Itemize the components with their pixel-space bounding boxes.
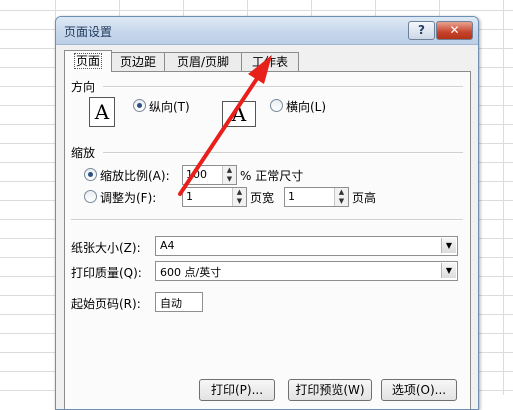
spin-up-icon[interactable]: ▲ <box>223 166 236 175</box>
fit-wide-spinner[interactable]: 1 ▲ ▼ <box>182 187 247 207</box>
adjust-suffix: % 正常尺寸 <box>240 169 304 183</box>
tab-page[interactable]: 页面 <box>64 50 112 72</box>
fit-tall-label: 页高 <box>352 191 377 205</box>
first-page-number-value[interactable]: 自动 <box>160 295 182 311</box>
portrait-radio[interactable] <box>133 99 146 112</box>
page-setup-dialog: 页面设置 ? ✕ 页面 页边距 页眉/页脚 工作表 方向 A 纵向(T) A 横… <box>55 16 479 410</box>
spinner-arrows[interactable]: ▲ ▼ <box>232 188 246 206</box>
help-button[interactable]: ? <box>408 21 435 40</box>
landscape-radio[interactable] <box>270 99 283 112</box>
tab-header-footer[interactable]: 页眉/页脚 <box>164 52 242 71</box>
fit-tall-value[interactable]: 1 <box>288 190 295 203</box>
portrait-label[interactable]: 纵向(T) <box>149 98 190 115</box>
spinner-arrows[interactable]: ▲ ▼ <box>334 188 348 206</box>
tab-margins[interactable]: 页边距 <box>111 52 165 71</box>
dialog-title-bar[interactable]: 页面设置 ? ✕ <box>56 17 478 45</box>
options-button[interactable]: 选项(O)... <box>381 379 457 401</box>
close-button[interactable]: ✕ <box>436 21 473 40</box>
spin-down-icon[interactable]: ▼ <box>233 197 246 206</box>
dialog-title: 页面设置 <box>64 25 113 39</box>
first-page-number-label: 起始页码(R): <box>71 297 141 311</box>
chevron-down-icon[interactable]: ▼ <box>441 263 456 278</box>
fit-tall-spinner[interactable]: 1 ▲ ▼ <box>284 187 349 207</box>
first-page-number-input[interactable]: 自动 <box>155 292 203 312</box>
adjust-percent-value[interactable]: 100 <box>186 168 207 181</box>
fit-to-radio[interactable] <box>84 190 97 203</box>
spin-down-icon[interactable]: ▼ <box>335 197 348 206</box>
adjust-to-radio[interactable] <box>84 168 97 181</box>
fit-wide-label: 页宽 <box>250 191 275 205</box>
print-quality-label: 打印质量(Q): <box>71 266 142 280</box>
portrait-icon: A <box>89 97 115 127</box>
spin-down-icon[interactable]: ▼ <box>223 175 236 184</box>
scaling-separator <box>103 152 463 154</box>
adjust-to-label[interactable]: 缩放比例(A): <box>100 167 170 184</box>
adjust-percent-spinner[interactable]: 100 ▲ ▼ <box>182 165 237 185</box>
orientation-separator <box>103 86 463 88</box>
paper-size-select[interactable]: A4 ▼ <box>155 236 458 256</box>
print-quality-select[interactable]: 600 点/英寸 ▼ <box>155 261 458 281</box>
scaling-bottom-separator <box>71 219 463 221</box>
paper-size-value[interactable]: A4 <box>160 239 175 252</box>
chevron-down-icon[interactable]: ▼ <box>441 238 456 253</box>
paper-size-label: 纸张大小(Z): <box>71 241 141 255</box>
print-preview-button[interactable]: 打印预览(W) <box>288 379 372 401</box>
print-button[interactable]: 打印(P)... <box>199 379 275 401</box>
scaling-heading: 缩放 <box>71 146 96 160</box>
page-tab-panel: 方向 A 纵向(T) A 横向(L) 缩放 缩放比例(A): 100 ▲ ▼ %… <box>64 71 471 409</box>
spin-up-icon[interactable]: ▲ <box>233 188 246 197</box>
landscape-label[interactable]: 横向(L) <box>286 98 326 115</box>
tab-sheet[interactable]: 工作表 <box>241 52 299 71</box>
fit-to-label[interactable]: 调整为(F): <box>100 189 156 206</box>
orientation-heading: 方向 <box>71 80 96 94</box>
spinner-arrows[interactable]: ▲ ▼ <box>222 166 236 184</box>
spin-up-icon[interactable]: ▲ <box>335 188 348 197</box>
fit-wide-value[interactable]: 1 <box>186 190 193 203</box>
print-quality-value[interactable]: 600 点/英寸 <box>160 264 221 280</box>
landscape-icon: A <box>222 101 256 127</box>
